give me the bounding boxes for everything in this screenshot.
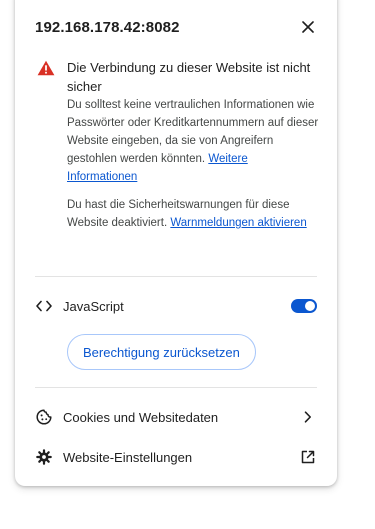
external-link-icon: [299, 448, 317, 466]
close-button[interactable]: [299, 18, 317, 36]
warnings-disabled-text: Du hast die Sicherheitswarnungen für die…: [67, 196, 319, 232]
reset-permissions-button[interactable]: Berechtigung zurücksetzen: [67, 334, 256, 370]
popup-header: 192.168.178.42:8082: [35, 16, 317, 38]
warning-title: Die Verbindung zu dieser Website ist nic…: [67, 60, 311, 94]
menu-item-label: Cookies und Websitedaten: [63, 409, 219, 425]
menu-item-site-settings[interactable]: Website-Einstellungen: [35, 444, 317, 470]
javascript-toggle[interactable]: [291, 299, 317, 313]
close-icon: [302, 21, 314, 33]
code-icon: [35, 297, 53, 315]
site-host: 192.168.178.42:8082: [35, 18, 180, 36]
cookie-icon: [35, 408, 53, 426]
enable-warnings-link[interactable]: Warnmeldungen aktivieren: [170, 217, 306, 229]
insecure-connection-warning: Die Verbindung zu dieser Website ist nic…: [35, 58, 319, 232]
divider: [35, 387, 317, 388]
warning-text: Du solltest keine vertraulichen Informat…: [67, 96, 319, 186]
javascript-permission-row: JavaScript: [35, 293, 317, 319]
warning-description: Du solltest keine vertraulichen Informat…: [67, 99, 319, 165]
gear-icon: [35, 448, 53, 466]
site-info-popup: 192.168.178.42:8082 Die Verbindung zu di…: [15, 0, 337, 486]
divider: [35, 276, 317, 277]
menu-item-label: Website-Einstellungen: [63, 449, 193, 465]
javascript-label: JavaScript: [63, 298, 124, 314]
menu-item-cookies[interactable]: Cookies und Websitedaten: [35, 404, 317, 430]
chevron-right-icon: [299, 408, 317, 426]
toggle-knob: [305, 301, 315, 311]
warning-triangle-icon: [37, 60, 55, 76]
